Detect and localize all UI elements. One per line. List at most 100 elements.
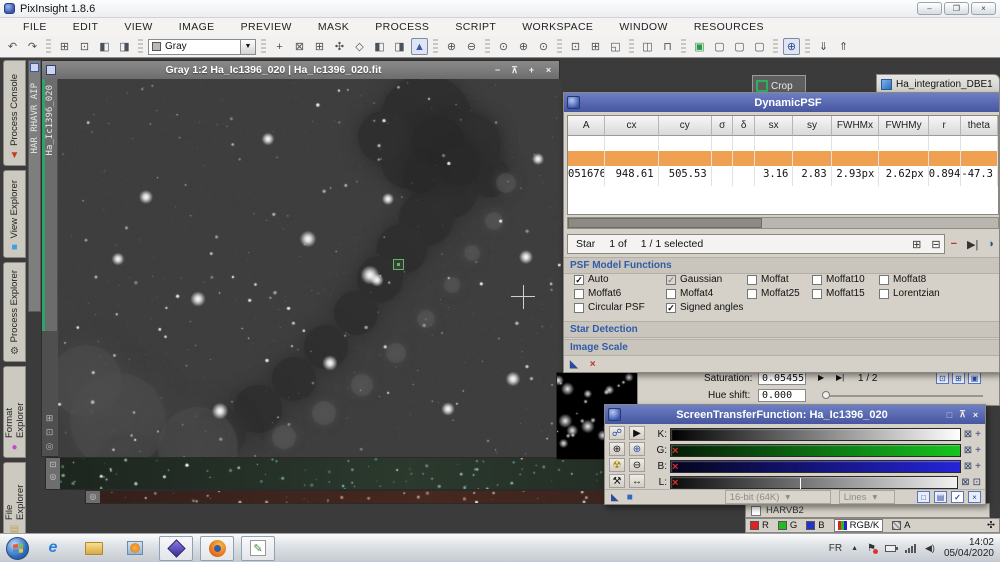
- network-icon[interactable]: [905, 544, 916, 553]
- window-icon[interactable]: [46, 65, 56, 75]
- star-detection-section-header[interactable]: Star Detection: [564, 321, 999, 338]
- skip-end-icon[interactable]: ▶|: [836, 373, 844, 382]
- stf-titlebar[interactable]: ScreenTransferFunction: Ha_Ic1396_020 □ …: [605, 405, 985, 424]
- internet-explorer-icon[interactable]: e: [36, 536, 70, 561]
- checkbox-moffat25[interactable]: Moffat25: [747, 288, 800, 299]
- checkbox-box[interactable]: [879, 275, 889, 285]
- window-restore-icon[interactable]: □: [943, 410, 956, 420]
- active-view-tab[interactable]: Ha_Ic1396_020: [42, 79, 57, 331]
- column-header-r[interactable]: r: [929, 116, 961, 136]
- split-left-icon[interactable]: ◧: [96, 38, 113, 55]
- navigate-icon[interactable]: ◇: [351, 38, 368, 55]
- menu-window[interactable]: WINDOW: [606, 21, 680, 33]
- edit-instance-icon[interactable]: □: [917, 491, 930, 503]
- image-window-titlebar[interactable]: Gray 1:2 Ha_Ic1396_020 | Ha_Ic1396_020.f…: [42, 61, 559, 79]
- stf-slider-l[interactable]: ×: [670, 476, 958, 489]
- track-view-icon[interactable]: ⊡: [936, 372, 949, 384]
- checkbox-box[interactable]: [747, 275, 757, 285]
- channel-button-b[interactable]: B: [806, 520, 824, 531]
- pixinsight-icon[interactable]: [159, 536, 193, 561]
- zoom-fit-icon[interactable]: ⊕: [515, 38, 532, 55]
- real-time-preview-icon[interactable]: ▣: [968, 372, 981, 384]
- browse-doc-icon[interactable]: ▤: [934, 491, 947, 503]
- process-new-icon[interactable]: ▣: [691, 38, 708, 55]
- checkbox-moffat6[interactable]: Moffat6: [574, 288, 621, 299]
- resize-icon[interactable]: ◱: [607, 38, 624, 55]
- window-close-icon[interactable]: ×: [542, 65, 555, 75]
- psf-selected-row[interactable]: [568, 151, 998, 166]
- column-header-σ[interactable]: σ: [712, 116, 734, 136]
- menu-view[interactable]: VIEW: [111, 21, 165, 33]
- firefox-icon[interactable]: [200, 536, 234, 561]
- dock-tab-file-explorer[interactable]: File Explorer▤: [3, 462, 26, 540]
- minimize-button[interactable]: –: [917, 2, 942, 15]
- contract-icon[interactable]: ⊞: [311, 38, 328, 55]
- reset-channel-icon[interactable]: ⊠: [964, 429, 972, 440]
- checkbox-box[interactable]: [879, 289, 889, 299]
- checkbox-circular-psf[interactable]: Circular PSF: [574, 302, 645, 313]
- checkbox-lorentzian[interactable]: Lorentzian: [879, 288, 940, 299]
- edit-channel-icon[interactable]: +: [975, 445, 981, 456]
- selection-mode-icon[interactable]: ⊞: [587, 38, 604, 55]
- checkbox-moffat15[interactable]: Moffat15: [812, 288, 865, 299]
- new-instance-icon[interactable]: ◣: [611, 492, 619, 503]
- zoom-optimal-icon[interactable]: ⊙: [535, 38, 552, 55]
- expand-all-icon[interactable]: ⊞: [912, 238, 921, 251]
- collapse-all-icon[interactable]: ⊟: [931, 238, 940, 251]
- delete-star-icon[interactable]: −: [951, 238, 957, 250]
- dock-tab-process-explorer[interactable]: Process Explorer⚙: [3, 262, 26, 362]
- image-identifier-icon[interactable]: ⊞: [56, 38, 73, 55]
- shift-icon[interactable]: ↔: [629, 474, 645, 488]
- play-icon[interactable]: ▶: [818, 373, 824, 382]
- menu-resources[interactable]: RESOURCES: [681, 21, 777, 33]
- column-header-FWHMy[interactable]: FWHMy: [879, 116, 929, 136]
- window-shade-icon[interactable]: ⊼: [508, 65, 521, 76]
- undo-icon[interactable]: ↶: [4, 38, 21, 55]
- checkbox-moffat4[interactable]: Moffat4: [666, 288, 713, 299]
- checkbox-moffat[interactable]: Moffat: [747, 274, 789, 285]
- clock[interactable]: 14:02 05/04/2020: [944, 537, 994, 559]
- column-header-sx[interactable]: sx: [755, 116, 793, 136]
- edit-stf-icon[interactable]: ⚒: [609, 474, 625, 488]
- hue-slider-track[interactable]: [823, 395, 983, 397]
- stf-slider-b[interactable]: ×: [670, 460, 961, 473]
- menu-file[interactable]: FILE: [10, 21, 60, 33]
- channel-button-rgb-k[interactable]: RGB/K: [834, 519, 884, 532]
- menu-workspace[interactable]: WORKSPACE: [509, 21, 606, 33]
- window-minimize-icon[interactable]: −: [491, 65, 504, 75]
- checkbox-gaussian[interactable]: Gaussian: [666, 274, 722, 285]
- frame-icon[interactable]: ⊓: [659, 38, 676, 55]
- load-up-icon[interactable]: ⇑: [835, 38, 852, 55]
- plot-mode-dropdown[interactable]: Lines▾: [839, 490, 895, 504]
- window-fit-icon[interactable]: +: [525, 65, 538, 75]
- reset-channel-icon[interactable]: ⊠: [964, 461, 972, 472]
- stf-midtone-marker[interactable]: [797, 478, 804, 489]
- checkbox-box[interactable]: [574, 289, 584, 299]
- menu-edit[interactable]: EDIT: [60, 21, 112, 33]
- checkbox-auto[interactable]: Auto: [574, 274, 609, 285]
- media-player-icon[interactable]: [118, 536, 152, 561]
- column-header-δ[interactable]: δ: [733, 116, 755, 136]
- window-shade-icon[interactable]: ⊼: [956, 409, 969, 420]
- new-instance-icon[interactable]: ◣: [570, 359, 578, 370]
- column-header-cx[interactable]: cx: [605, 116, 658, 136]
- stf-slider-k[interactable]: [670, 428, 961, 441]
- duplicate-view-icon[interactable]: ⊡: [50, 460, 57, 469]
- dock-tab-format-explorer[interactable]: Format Explorer●: [3, 366, 26, 458]
- start-orb[interactable]: [6, 537, 29, 560]
- hidden-icons-icon[interactable]: ▲: [851, 545, 858, 552]
- shade-left-icon[interactable]: ◧: [371, 38, 388, 55]
- zoom-in-icon[interactable]: ⊕: [443, 38, 460, 55]
- screen-split-icon[interactable]: ◫: [639, 38, 656, 55]
- goto-last-icon[interactable]: ▶|: [967, 238, 978, 251]
- checkbox-box[interactable]: [747, 289, 757, 299]
- photo-editor-icon[interactable]: ✎: [241, 536, 275, 561]
- monitor-icon[interactable]: ⊡: [973, 477, 981, 488]
- image-scale-section-header[interactable]: Image Scale: [564, 339, 999, 356]
- dock-tab-process-console[interactable]: Process Console▼: [3, 60, 26, 166]
- cancel-icon[interactable]: ×: [590, 359, 596, 370]
- psf-star-table[interactable]: AcxcyσδsxsyFWHMxFWHMyrtheta051676948.615…: [567, 115, 999, 215]
- psf-image-row[interactable]: [568, 136, 998, 151]
- auto-stretch-icon[interactable]: ☢: [609, 458, 625, 472]
- battery-icon[interactable]: [885, 545, 896, 552]
